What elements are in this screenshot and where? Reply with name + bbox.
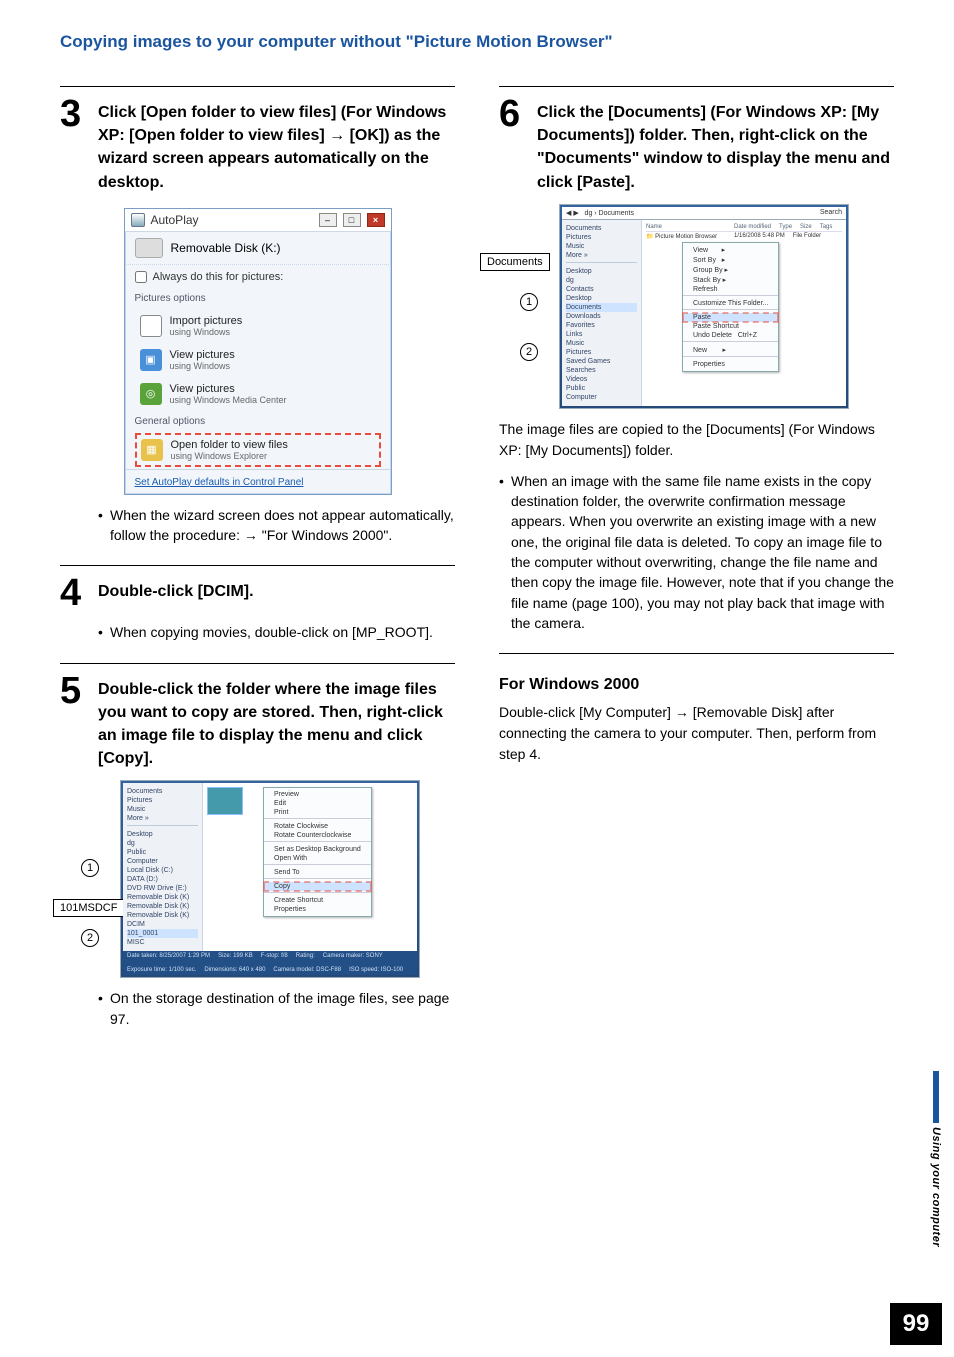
context-menu[interactable]: View ▸Sort By ▸Group By ▸Stack By ▸Refre… bbox=[682, 242, 779, 372]
step-title: Double-click [DCIM]. bbox=[98, 574, 254, 603]
step4-note: When copying movies, double-click on [MP… bbox=[98, 622, 455, 642]
autoplay-option-label: View pictures bbox=[170, 349, 235, 361]
open-folder-option[interactable]: ▦ Open folder to view files using Window… bbox=[135, 433, 381, 467]
always-do-label: Always do this for pictures: bbox=[153, 271, 284, 283]
maximize-button[interactable]: □ bbox=[343, 213, 361, 227]
autoplay-option-sub: using Windows Media Center bbox=[170, 395, 287, 405]
minimize-button[interactable]: – bbox=[319, 213, 337, 227]
general-options-label: General options bbox=[125, 412, 391, 431]
step-number: 6 bbox=[499, 95, 527, 133]
folder-icon: ▦ bbox=[141, 439, 163, 461]
autoplay-icon bbox=[131, 213, 145, 227]
autoplay-title: AutoPlay bbox=[151, 213, 313, 227]
callout-2: 2 bbox=[520, 343, 538, 361]
step-number: 5 bbox=[60, 672, 88, 710]
folder-callout-label: 101MSDCF bbox=[53, 899, 124, 917]
copy-menu-item[interactable]: Copy bbox=[264, 882, 371, 891]
chapter-tab: Using your computer bbox=[924, 1071, 948, 1247]
step-number: 3 bbox=[60, 95, 88, 133]
step-title: Click the [Documents] (For Windows XP: [… bbox=[537, 95, 894, 194]
autoplay-dialog: AutoPlay – □ × Removable Disk (K:) Alway… bbox=[124, 208, 392, 495]
explorer-paste-screenshot: Documents 1 2 ◀ ▶ dg › Documents Search … bbox=[559, 204, 849, 409]
view-pictures-icon: ▣ bbox=[140, 349, 162, 371]
explorer-copy-screenshot: 1 101MSDCF 2 DocumentsPicturesMusicMore … bbox=[120, 780, 420, 978]
callout-1: 1 bbox=[520, 293, 538, 311]
explorer-sidebar: DocumentsPicturesMusicMore » DesktopdgPu… bbox=[123, 783, 203, 951]
step-5: 5 Double-click the folder where the imag… bbox=[60, 663, 455, 1029]
step6-body-1: The image files are copied to the [Docum… bbox=[499, 419, 894, 461]
chapter-tab-marker bbox=[933, 1071, 939, 1123]
step-number: 4 bbox=[60, 574, 88, 612]
step5-note: On the storage destination of the image … bbox=[98, 988, 455, 1029]
documents-callout-label: Documents bbox=[480, 253, 550, 271]
autoplay-defaults-link[interactable]: Set AutoPlay defaults in Control Panel bbox=[135, 477, 304, 488]
explorer-sidebar: DocumentsPicturesMusicMore » DesktopdgCo… bbox=[562, 220, 642, 406]
status-bar: Date taken: 8/25/2007 1:29 PMSize: 199 K… bbox=[123, 951, 417, 975]
callout-1: 1 bbox=[81, 859, 99, 877]
autoplay-option-label: Import pictures bbox=[170, 315, 243, 327]
paste-menu-item[interactable]: Paste bbox=[683, 313, 778, 322]
autoplay-option[interactable]: ◎ View pictures using Windows Media Cent… bbox=[135, 378, 381, 410]
chapter-tab-label: Using your computer bbox=[930, 1127, 942, 1247]
page-number: 99 bbox=[890, 1303, 942, 1345]
pictures-options-label: Pictures options bbox=[125, 289, 391, 308]
autoplay-option[interactable]: ◉ Import pictures using Windows bbox=[135, 310, 381, 342]
step-3: 3 Click [Open folder to view files] (For… bbox=[60, 86, 455, 545]
step-6: 6 Click the [Documents] (For Windows XP:… bbox=[499, 86, 894, 633]
drive-icon bbox=[135, 238, 163, 258]
autoplay-option-sub: using Windows bbox=[170, 327, 243, 337]
autoplay-option-label: Open folder to view files bbox=[171, 439, 288, 451]
autoplay-option-sub: using Windows Explorer bbox=[171, 451, 288, 461]
media-center-icon: ◎ bbox=[140, 383, 162, 405]
step-title: Double-click the folder where the image … bbox=[98, 672, 455, 771]
autoplay-option-sub: using Windows bbox=[170, 361, 235, 371]
step-4: 4 Double-click [DCIM]. When copying movi… bbox=[60, 565, 455, 642]
close-button[interactable]: × bbox=[367, 213, 385, 227]
autoplay-option-label: View pictures bbox=[170, 383, 287, 395]
win2000-heading: For Windows 2000 bbox=[499, 676, 894, 694]
win2000-body: Double-click [My Computer] → [Removable … bbox=[499, 702, 894, 765]
windows-2000-section: For Windows 2000 Double-click [My Comput… bbox=[499, 676, 894, 765]
context-menu[interactable]: PreviewEditPrint Rotate ClockwiseRotate … bbox=[263, 787, 372, 917]
callout-2: 2 bbox=[81, 929, 99, 947]
import-pictures-icon: ◉ bbox=[140, 315, 162, 337]
always-do-checkbox[interactable] bbox=[135, 271, 147, 283]
step-title: Click [Open folder to view files] (For W… bbox=[98, 95, 455, 194]
divider bbox=[499, 653, 894, 654]
step3-note: When the wizard screen does not appear a… bbox=[98, 505, 455, 546]
drive-label: Removable Disk (K:) bbox=[171, 241, 281, 255]
step6-body-2: When an image with the same file name ex… bbox=[499, 471, 894, 633]
section-header: Copying images to your computer without … bbox=[60, 32, 894, 52]
autoplay-option[interactable]: ▣ View pictures using Windows bbox=[135, 344, 381, 376]
